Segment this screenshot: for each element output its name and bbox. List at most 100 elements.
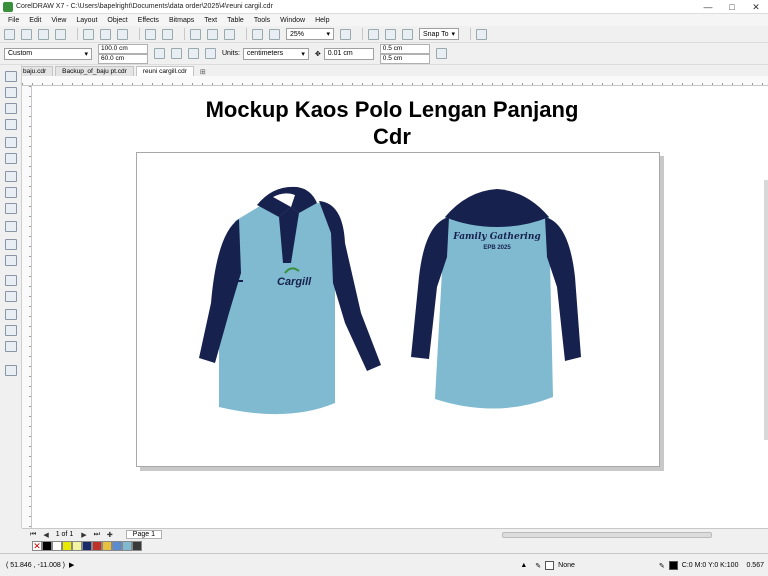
pick-tool-icon[interactable] [5, 71, 17, 82]
nudge-distance-field[interactable]: 0.01 cm [323, 47, 374, 60]
connector-tool-icon[interactable] [5, 255, 17, 266]
page-tab-1[interactable]: Page 1 [125, 530, 162, 539]
horizontal-ruler[interactable] [22, 76, 768, 86]
vertical-ruler[interactable] [22, 86, 32, 528]
menu-table[interactable]: Table [227, 17, 244, 24]
color-swatch[interactable] [42, 541, 52, 551]
page-width-field[interactable]: 100.0 cm [98, 43, 148, 54]
color-swatch[interactable] [52, 541, 62, 551]
copy-icon[interactable] [100, 28, 111, 40]
page-size-select[interactable]: Custom ▾ [4, 47, 92, 60]
ellipse-tool-icon[interactable] [5, 187, 17, 198]
first-page-icon[interactable]: ⏮ [30, 531, 36, 539]
horizontal-scrollbar[interactable] [502, 532, 712, 538]
docker-collapse-strip[interactable] [764, 180, 768, 440]
menu-object[interactable]: Object [107, 17, 127, 24]
previous-page-icon[interactable]: ◀ [43, 531, 48, 539]
fill-none-box[interactable] [545, 561, 555, 570]
tab-reuni-cargill[interactable]: reuni cargill.cdr [135, 66, 194, 76]
menu-edit[interactable]: Edit [29, 17, 41, 24]
paste-icon[interactable] [117, 28, 128, 40]
menu-bitmaps[interactable]: Bitmaps [169, 17, 194, 24]
snap-to-dropdown[interactable]: Snap To ▾ [419, 28, 459, 40]
import-icon[interactable] [207, 28, 218, 40]
undo-icon[interactable] [145, 28, 156, 40]
menu-help[interactable]: Help [315, 17, 329, 24]
color-swatch[interactable] [112, 541, 122, 551]
zoom-level-select[interactable]: 25% ▾ [286, 28, 334, 40]
current-page-icon[interactable] [205, 48, 216, 59]
color-swatch[interactable] [132, 541, 142, 551]
polo-shirt-back[interactable]: Family Gathering EPB 2025 [407, 187, 587, 423]
add-page-icon[interactable]: ✚ [107, 531, 113, 539]
polo-shirt-front[interactable]: Cargill [195, 183, 385, 423]
options-icon[interactable] [476, 28, 487, 40]
next-page-icon[interactable]: ▶ [81, 531, 86, 539]
smart-fill-tool-icon[interactable] [5, 341, 17, 352]
rectangle-tool-icon[interactable] [5, 171, 17, 182]
menu-window[interactable]: Window [280, 17, 305, 24]
treat-as-filled-icon[interactable] [435, 48, 447, 59]
print-icon[interactable] [55, 28, 66, 40]
document-page[interactable]: Cargill Family Gathering EPB 2025 [136, 152, 660, 467]
snap-to-label: Snap To [423, 30, 449, 38]
crop-tool-icon[interactable] [5, 103, 17, 114]
duplicate-x-field[interactable]: 0.5 cm [379, 43, 430, 54]
redo-icon[interactable] [162, 28, 173, 40]
maximize-button[interactable]: □ [720, 0, 744, 14]
show-grid-icon[interactable] [385, 28, 396, 40]
menu-layout[interactable]: Layout [76, 17, 97, 24]
export-icon[interactable] [224, 28, 235, 40]
show-guidelines-icon[interactable] [402, 28, 413, 40]
save-icon[interactable] [38, 28, 49, 40]
minimize-button[interactable]: — [696, 0, 720, 14]
expand-status-icon[interactable]: ▶ [69, 561, 74, 569]
transparency-tool-icon[interactable] [5, 291, 17, 302]
drop-shadow-tool-icon[interactable] [5, 275, 17, 286]
app-launcher-icon[interactable] [252, 28, 263, 40]
menu-effects[interactable]: Effects [138, 17, 159, 24]
portrait-icon[interactable] [154, 48, 165, 59]
polygon-tool-icon[interactable] [5, 203, 17, 214]
interactive-fill-tool-icon[interactable] [5, 325, 17, 336]
color-swatch[interactable] [62, 541, 72, 551]
menu-bar: File Edit View Layout Object Effects Bit… [0, 14, 768, 26]
color-swatch[interactable] [72, 541, 82, 551]
no-color-swatch[interactable]: ✕ [32, 541, 42, 551]
add-tool-icon[interactable] [5, 365, 17, 376]
all-pages-icon[interactable] [188, 48, 199, 59]
close-button[interactable]: ✕ [744, 0, 768, 14]
landscape-icon[interactable] [171, 48, 182, 59]
nudge-distance-value: 0.01 cm [327, 50, 353, 57]
show-rulers-icon[interactable] [368, 28, 379, 40]
cut-icon[interactable] [83, 28, 94, 40]
outline-color-box[interactable] [668, 561, 678, 570]
text-tool-icon[interactable] [5, 221, 17, 232]
welcome-screen-icon[interactable] [269, 28, 280, 40]
duplicate-y-field[interactable]: 0.5 cm [379, 53, 430, 64]
zoom-tool-icon[interactable] [5, 119, 17, 130]
open-folder-icon[interactable] [21, 28, 32, 40]
parallel-dimension-tool-icon[interactable] [5, 239, 17, 250]
full-screen-icon[interactable] [340, 28, 351, 40]
color-swatch[interactable] [122, 541, 132, 551]
drawing-canvas[interactable]: Mockup Kaos Polo Lengan Panjang Cdr down… [32, 86, 768, 528]
freehand-tool-icon[interactable] [5, 137, 17, 148]
tab-backup-baju-pt[interactable]: Backup_of_baju pt.cdr [55, 66, 134, 76]
menu-text[interactable]: Text [204, 17, 217, 24]
last-page-icon[interactable]: ⏭ [94, 531, 100, 539]
menu-tools[interactable]: Tools [254, 17, 270, 24]
color-swatch[interactable] [92, 541, 102, 551]
menu-view[interactable]: View [51, 17, 66, 24]
search-content-icon[interactable] [190, 28, 201, 40]
menu-file[interactable]: File [8, 17, 19, 24]
new-document-icon[interactable] [4, 28, 15, 40]
page-height-field[interactable]: 60.0 cm [98, 53, 148, 64]
units-select[interactable]: centimeters ▾ [242, 47, 309, 60]
new-tab-icon[interactable]: ⊞ [196, 68, 210, 76]
eyedropper-tool-icon[interactable] [5, 309, 17, 320]
artistic-media-tool-icon[interactable] [5, 153, 17, 164]
color-swatch[interactable] [82, 541, 92, 551]
color-swatch[interactable] [102, 541, 112, 551]
shape-tool-icon[interactable] [5, 87, 17, 98]
